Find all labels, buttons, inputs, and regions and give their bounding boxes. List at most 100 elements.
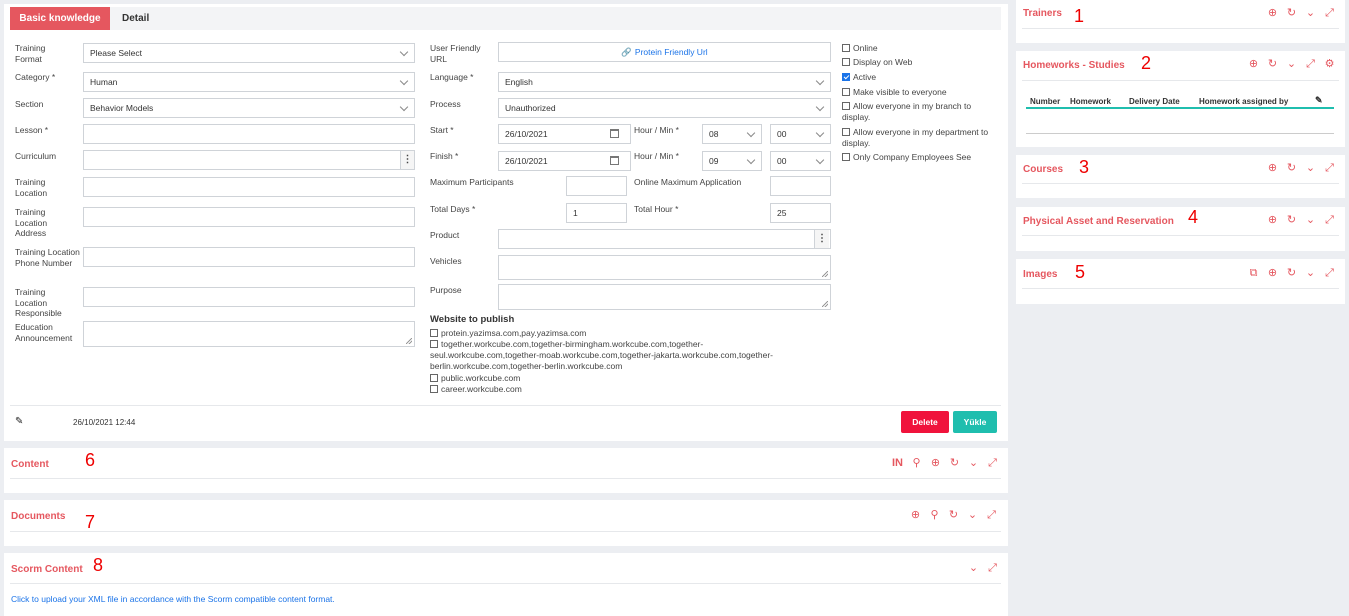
expand-icon[interactable]: ⤢ — [1323, 267, 1336, 280]
training-format-select[interactable]: Please Select — [83, 43, 415, 63]
website-checkbox-0[interactable]: protein.yazimsa.com,pay.yazimsa.com — [430, 328, 586, 339]
calendar-icon[interactable] — [610, 129, 619, 138]
expand-icon[interactable]: ⤢ — [986, 457, 999, 470]
product-input[interactable] — [498, 229, 831, 249]
refresh-icon[interactable]: ↻ — [1266, 58, 1279, 71]
homeworks-title[interactable]: Homeworks - Studies — [1023, 60, 1125, 71]
copy-icon[interactable]: ⧉ — [1247, 267, 1260, 280]
category-select[interactable]: Human — [83, 72, 415, 92]
chevron-down-icon[interactable]: ⌄ — [967, 562, 980, 575]
refresh-icon[interactable]: ↻ — [1285, 162, 1298, 175]
curriculum-input[interactable] — [83, 150, 415, 170]
chevron-down-icon[interactable]: ⌄ — [966, 509, 979, 522]
in-icon[interactable]: IN — [891, 457, 904, 470]
section-select[interactable]: Behavior Models — [83, 98, 415, 118]
education-announcement-textarea[interactable] — [83, 321, 415, 347]
expand-icon[interactable]: ⤢ — [1323, 214, 1336, 227]
allow-department-checkbox[interactable]: Allow everyone in my department to — [842, 127, 988, 138]
curriculum-more-icon[interactable]: ⋮ — [400, 151, 414, 169]
tab-basic-knowledge[interactable]: Basic knowledge — [10, 7, 110, 30]
website-checkbox-1[interactable]: together.workcube.com,together-birmingha… — [430, 339, 810, 350]
total-hour-input[interactable]: 25 — [770, 203, 831, 223]
online-max-app-input[interactable] — [770, 176, 831, 196]
vehicles-textarea[interactable] — [498, 255, 831, 280]
training-location-responsible-input[interactable] — [83, 287, 415, 307]
start-min-select[interactable]: 00 — [770, 124, 831, 144]
expand-icon[interactable]: ⤢ — [1323, 7, 1336, 20]
chevron-down-icon[interactable]: ⌄ — [1304, 7, 1317, 20]
delete-button[interactable]: Delete — [901, 411, 949, 433]
training-location-phone-input[interactable] — [83, 247, 415, 267]
purpose-textarea[interactable] — [498, 284, 831, 310]
expand-icon[interactable]: ⤢ — [1323, 162, 1336, 175]
checkbox[interactable] — [842, 57, 850, 66]
courses-title[interactable]: Courses — [1023, 164, 1063, 175]
physical-asset-title[interactable]: Physical Asset and Reservation — [1023, 216, 1174, 227]
chevron-down-icon[interactable]: ⌄ — [1304, 162, 1317, 175]
chevron-down-icon[interactable]: ⌄ — [967, 457, 980, 470]
refresh-icon[interactable]: ↻ — [947, 509, 960, 522]
gear-icon[interactable]: ⚙ — [1323, 58, 1336, 71]
expand-icon[interactable]: ⤢ — [985, 509, 998, 522]
finish-min-select[interactable]: 00 — [770, 151, 831, 171]
trainers-title[interactable]: Trainers — [1023, 8, 1062, 19]
images-title[interactable]: Images — [1023, 269, 1057, 280]
upload-button[interactable]: Yükle — [953, 411, 997, 433]
expand-icon[interactable]: ⤢ — [1304, 58, 1317, 71]
chevron-down-icon[interactable]: ⌄ — [1304, 214, 1317, 227]
refresh-icon[interactable]: ↻ — [1285, 214, 1298, 227]
checkbox[interactable] — [430, 373, 438, 382]
calendar-icon[interactable] — [610, 156, 619, 165]
content-title[interactable]: Content — [11, 459, 49, 470]
search-icon[interactable]: ⚲ — [910, 457, 923, 470]
scorm-upload-link[interactable]: Click to upload your XML file in accorda… — [11, 594, 335, 604]
checkbox[interactable] — [430, 339, 438, 348]
finish-hour-select[interactable]: 09 — [702, 151, 762, 171]
add-icon[interactable]: ⊕ — [1247, 58, 1260, 71]
tab-detail[interactable]: Detail — [122, 13, 149, 24]
checkbox[interactable] — [842, 101, 850, 110]
add-icon[interactable]: ⊕ — [929, 457, 942, 470]
allow-branch-checkbox[interactable]: Allow everyone in my branch to — [842, 101, 971, 112]
checkbox[interactable] — [842, 152, 850, 161]
checkbox[interactable] — [842, 43, 850, 52]
refresh-icon[interactable]: ↻ — [1285, 267, 1298, 280]
add-icon[interactable]: ⊕ — [1266, 7, 1279, 20]
expand-icon[interactable]: ⤢ — [986, 562, 999, 575]
add-icon[interactable]: ⊕ — [1266, 267, 1279, 280]
chevron-down-icon[interactable]: ⌄ — [1304, 267, 1317, 280]
product-more-icon[interactable]: ⋮ — [814, 230, 829, 248]
checkbox[interactable] — [842, 72, 850, 81]
checkbox[interactable] — [842, 127, 850, 136]
display-on-web-checkbox[interactable]: Display on Web — [842, 57, 912, 68]
checkbox[interactable] — [842, 87, 850, 96]
training-location-address-input[interactable] — [83, 207, 415, 227]
search-icon[interactable]: ⚲ — [928, 509, 941, 522]
total-days-input[interactable]: 1 — [566, 203, 627, 223]
pencil-icon[interactable]: ✎ — [1315, 95, 1323, 106]
documents-title[interactable]: Documents — [11, 511, 65, 522]
checkbox[interactable] — [430, 384, 438, 393]
add-icon[interactable]: ⊕ — [1266, 214, 1279, 227]
add-icon[interactable]: ⊕ — [909, 509, 922, 522]
checkbox[interactable] — [430, 328, 438, 337]
chevron-down-icon[interactable]: ⌄ — [1285, 58, 1298, 71]
company-employees-checkbox[interactable]: Only Company Employees See — [842, 152, 971, 163]
max-participants-input[interactable] — [566, 176, 627, 196]
refresh-icon[interactable]: ↻ — [948, 457, 961, 470]
website-checkbox-2[interactable]: public.workcube.com — [430, 373, 520, 384]
start-hour-select[interactable]: 08 — [702, 124, 762, 144]
online-checkbox[interactable]: Online — [842, 43, 878, 54]
pencil-icon[interactable]: ✎ — [15, 416, 23, 427]
user-friendly-url-button[interactable]: 🔗 Protein Friendly Url — [498, 42, 831, 62]
active-checkbox[interactable]: Active — [842, 72, 876, 83]
add-icon[interactable]: ⊕ — [1266, 162, 1279, 175]
scorm-title[interactable]: Scorm Content — [11, 564, 83, 575]
language-select[interactable]: English — [498, 72, 831, 92]
website-checkbox-3[interactable]: career.workcube.com — [430, 384, 522, 395]
visible-everyone-checkbox[interactable]: Make visible to everyone — [842, 87, 947, 98]
refresh-icon[interactable]: ↻ — [1285, 7, 1298, 20]
lesson-input[interactable] — [83, 124, 415, 144]
training-location-input[interactable] — [83, 177, 415, 197]
process-select[interactable]: Unauthorized — [498, 98, 831, 118]
